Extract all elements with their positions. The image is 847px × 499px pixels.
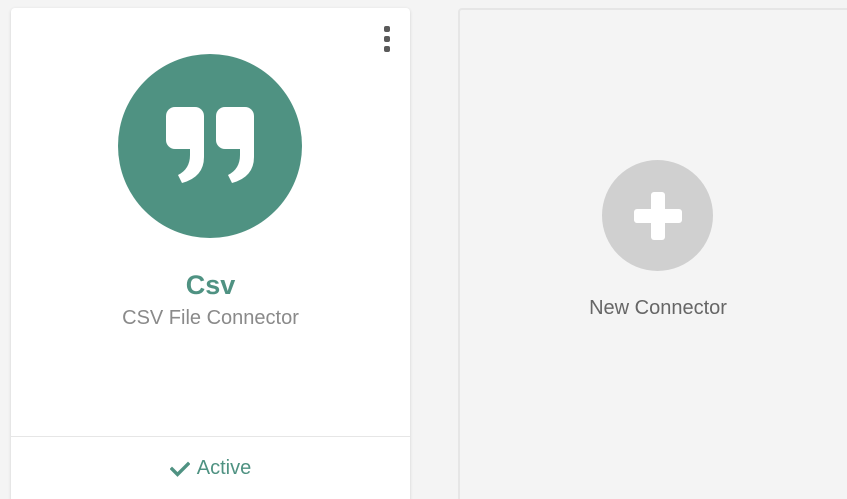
connector-card-csv[interactable]: Csv CSV File Connector Active bbox=[11, 8, 410, 499]
more-vertical-icon[interactable] bbox=[382, 26, 392, 52]
connectors-page: Csv CSV File Connector Active New Connec… bbox=[0, 0, 847, 499]
new-connector-card[interactable]: New Connector bbox=[458, 8, 847, 499]
status-label: Active bbox=[196, 457, 252, 479]
plus-icon bbox=[633, 191, 682, 240]
kebab-dot bbox=[384, 36, 390, 42]
connector-name: Csv bbox=[185, 270, 236, 300]
connector-logo bbox=[118, 54, 302, 238]
status-indicator: Active bbox=[11, 457, 410, 480]
check-icon bbox=[169, 461, 190, 477]
kebab-dot bbox=[384, 26, 390, 32]
add-connector-button[interactable] bbox=[602, 160, 713, 271]
card-footer: Active bbox=[11, 436, 410, 499]
kebab-dot bbox=[384, 46, 390, 52]
new-connector-label: New Connector bbox=[589, 297, 727, 319]
connector-description: CSV File Connector bbox=[122, 307, 299, 329]
quote-icon bbox=[166, 107, 254, 183]
